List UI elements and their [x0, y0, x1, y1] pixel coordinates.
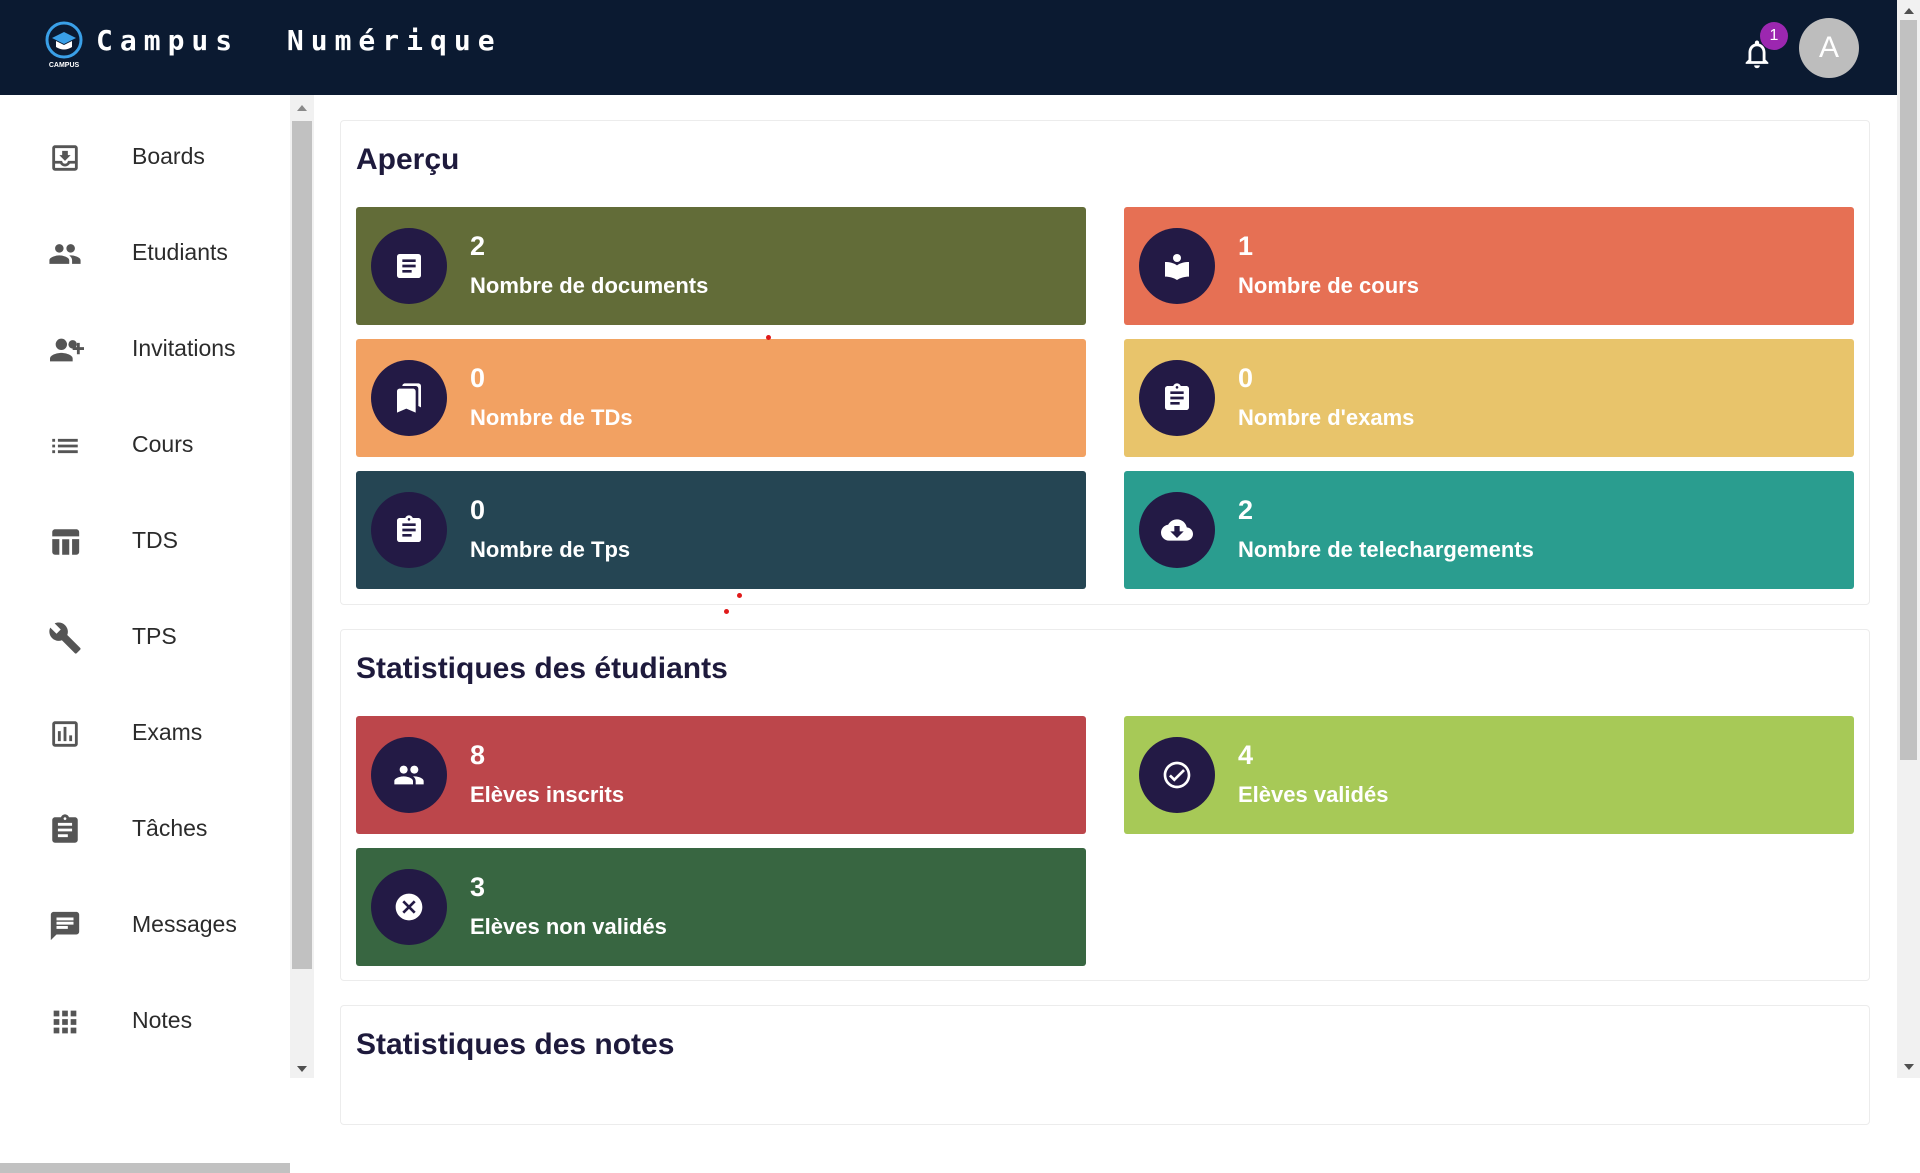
students-title: Statistiques des étudiants: [356, 652, 728, 685]
svg-text:CAMPUS: CAMPUS: [49, 62, 80, 69]
sidebar-item-tps[interactable]: TPS: [0, 601, 290, 671]
stat-label: Nombre de cours: [1238, 273, 1419, 298]
table-icon: [48, 525, 82, 559]
stat-value: 0: [1238, 363, 1254, 393]
clipboard-icon: [48, 813, 82, 847]
sidebar-item-label: Tâches: [132, 815, 208, 841]
cloud-download-icon: [1139, 492, 1215, 568]
user-avatar[interactable]: A: [1799, 18, 1859, 78]
sidebar-item-label: Notes: [132, 1007, 193, 1033]
wrench-icon: [48, 621, 82, 655]
notes-title: Statistiques des notes: [356, 1028, 675, 1061]
sidebar-item-label: Exams: [132, 719, 203, 745]
stat-card-valides[interactable]: 4 Elèves validés: [1124, 716, 1854, 834]
sidebar-item-label: Boards: [132, 143, 205, 169]
sidebar-item-boards[interactable]: Boards: [0, 121, 290, 191]
page-scroll-up-arrow[interactable]: [1904, 8, 1914, 14]
notes-section: Statistiques des notes: [340, 1005, 1870, 1125]
sidebar-scroll-down-arrow[interactable]: [297, 1066, 307, 1072]
message-icon: [48, 909, 82, 943]
clipboard-icon: [1139, 360, 1215, 436]
stat-label: Elèves inscrits: [470, 782, 625, 807]
stat-label: Nombre de documents: [470, 273, 709, 298]
sidebar-item-exams[interactable]: Exams: [0, 697, 290, 767]
stat-card-tds[interactable]: 0 Nombre de TDs: [356, 339, 1086, 457]
overview-title: Aperçu: [356, 143, 460, 176]
sidebar-item-label: Etudiants: [132, 239, 228, 265]
stat-card-tps[interactable]: 0 Nombre de Tps: [356, 471, 1086, 589]
stat-label: Nombre d'exams: [1238, 405, 1415, 430]
sidebar-item-label: Invitations: [132, 335, 236, 361]
campus-logo[interactable]: CAMPUS: [44, 20, 86, 72]
page-scroll-thumb[interactable]: [1900, 20, 1917, 760]
sidebar-scroll-up-arrow[interactable]: [297, 105, 307, 111]
sidebar-horizontal-scrollbar[interactable]: [0, 1163, 290, 1173]
download-box-icon: [48, 141, 82, 175]
stat-value: 3: [470, 872, 486, 902]
page-scroll-down-arrow[interactable]: [1904, 1064, 1914, 1070]
list-icon: [48, 429, 82, 463]
stat-value: 4: [1238, 740, 1254, 770]
stat-label: Elèves validés: [1238, 782, 1389, 807]
stat-value: 2: [1238, 495, 1254, 525]
sidebar-item-label: TPS: [132, 623, 177, 649]
book-reader-icon: [1139, 228, 1215, 304]
bar-chart-icon: [48, 717, 82, 751]
cancel-circle-icon: [371, 869, 447, 945]
person-add-icon: [48, 333, 84, 367]
stat-card-telechargements[interactable]: 2 Nombre de telechargements: [1124, 471, 1854, 589]
loading-dot: [737, 593, 742, 598]
document-icon: [371, 228, 447, 304]
sidebar-item-label: Cours: [132, 431, 194, 457]
stat-label: Nombre de telechargements: [1238, 537, 1534, 562]
stat-card-documents[interactable]: 2 Nombre de documents: [356, 207, 1086, 325]
people-icon: [48, 237, 82, 271]
stat-card-cours[interactable]: 1 Nombre de cours: [1124, 207, 1854, 325]
top-app-bar: CAMPUS Campus Numérique 1 A: [0, 0, 1897, 95]
clipboard-icon: [371, 492, 447, 568]
stat-label: Nombre de Tps: [470, 537, 631, 562]
brand-title: Campus Numérique: [96, 24, 502, 57]
page-scrollbar[interactable]: [1897, 0, 1920, 1078]
sidebar-item-label: TDS: [132, 527, 178, 553]
stat-value: 2: [470, 231, 486, 261]
sidebar-item-etudiants[interactable]: Etudiants: [0, 217, 290, 287]
sidebar-nav: Boards Etudiants Invitations Cours TDS T…: [0, 95, 290, 1173]
stat-value: 8: [470, 740, 486, 770]
stat-value: 0: [470, 495, 486, 525]
notification-count-badge: 1: [1760, 22, 1788, 50]
stat-card-inscrits[interactable]: 8 Elèves inscrits: [356, 716, 1086, 834]
students-section: Statistiques des étudiants 8 Elèves insc…: [340, 629, 1870, 981]
sidebar-item-messages[interactable]: Messages: [0, 889, 290, 959]
sidebar-item-notes[interactable]: Notes: [0, 985, 290, 1055]
sidebar-item-taches[interactable]: Tâches: [0, 793, 290, 863]
sidebar-item-label: Messages: [132, 911, 237, 937]
bookmarks-icon: [371, 360, 447, 436]
stat-card-non-valides[interactable]: 3 Elèves non validés: [356, 848, 1086, 966]
stat-label: Nombre de TDs: [470, 405, 633, 430]
people-icon: [371, 737, 447, 813]
sidebar-item-tds[interactable]: TDS: [0, 505, 290, 575]
stat-value: 1: [1238, 231, 1254, 261]
loading-dot: [724, 609, 729, 614]
sidebar-item-cours[interactable]: Cours: [0, 409, 290, 479]
sidebar-scrollbar[interactable]: [290, 95, 314, 1078]
stat-card-exams[interactable]: 0 Nombre d'exams: [1124, 339, 1854, 457]
stat-value: 0: [470, 363, 486, 393]
check-circle-icon: [1139, 737, 1215, 813]
overview-section: Aperçu 2 Nombre de documents 1 Nombre de…: [340, 120, 1870, 605]
sidebar-item-invitations[interactable]: Invitations: [0, 313, 290, 383]
sidebar-scroll-thumb[interactable]: [292, 121, 312, 969]
stat-label: Elèves non validés: [470, 914, 667, 939]
loading-dot: [766, 335, 771, 340]
grid-icon: [48, 1005, 82, 1039]
